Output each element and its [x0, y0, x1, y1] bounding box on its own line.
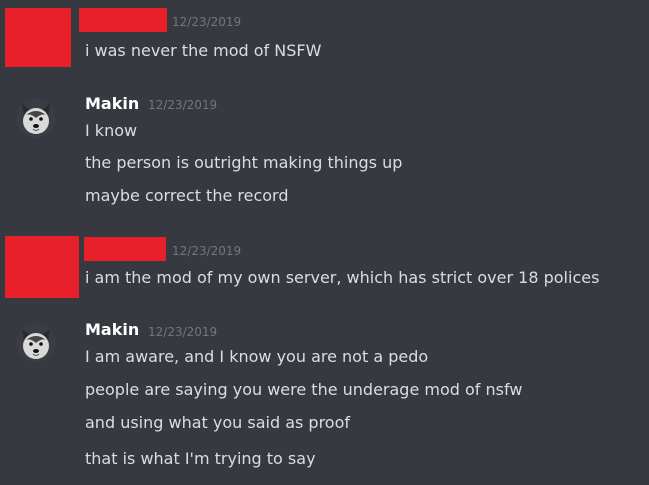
message-timestamp: 12/23/2019 [172, 244, 242, 258]
message-timestamp: 12/23/2019 [148, 325, 218, 339]
message-line: I am aware, and I know you are not a ped… [85, 347, 429, 366]
username[interactable]: Makin [85, 94, 139, 114]
redacted-avatar[interactable] [5, 8, 71, 67]
message-timestamp: 12/23/2019 [148, 98, 218, 112]
message-line: maybe correct the record [85, 186, 289, 205]
redacted-username[interactable] [79, 8, 167, 32]
husky-avatar-graphic [16, 98, 56, 138]
username[interactable]: Makin [85, 320, 139, 340]
message-line: I know [85, 121, 138, 140]
chat-log: 12/23/2019 i was never the mod of NSFW M… [0, 0, 649, 485]
redacted-avatar[interactable] [5, 236, 79, 298]
message-line: and using what you said as proof [85, 413, 351, 432]
message-line: the person is outright making things up [85, 153, 403, 172]
message-line: i was never the mod of NSFW [85, 41, 322, 60]
message-line: people are saying you were the underage … [85, 380, 523, 399]
husky-avatar-icon[interactable] [16, 98, 56, 138]
husky-avatar-graphic [16, 323, 56, 363]
message-line: that is what I'm trying to say [85, 449, 316, 468]
message-line: i am the mod of my own server, which has… [85, 268, 600, 287]
husky-avatar-icon[interactable] [16, 323, 56, 363]
message-timestamp: 12/23/2019 [172, 15, 242, 29]
redacted-username[interactable] [84, 237, 166, 261]
